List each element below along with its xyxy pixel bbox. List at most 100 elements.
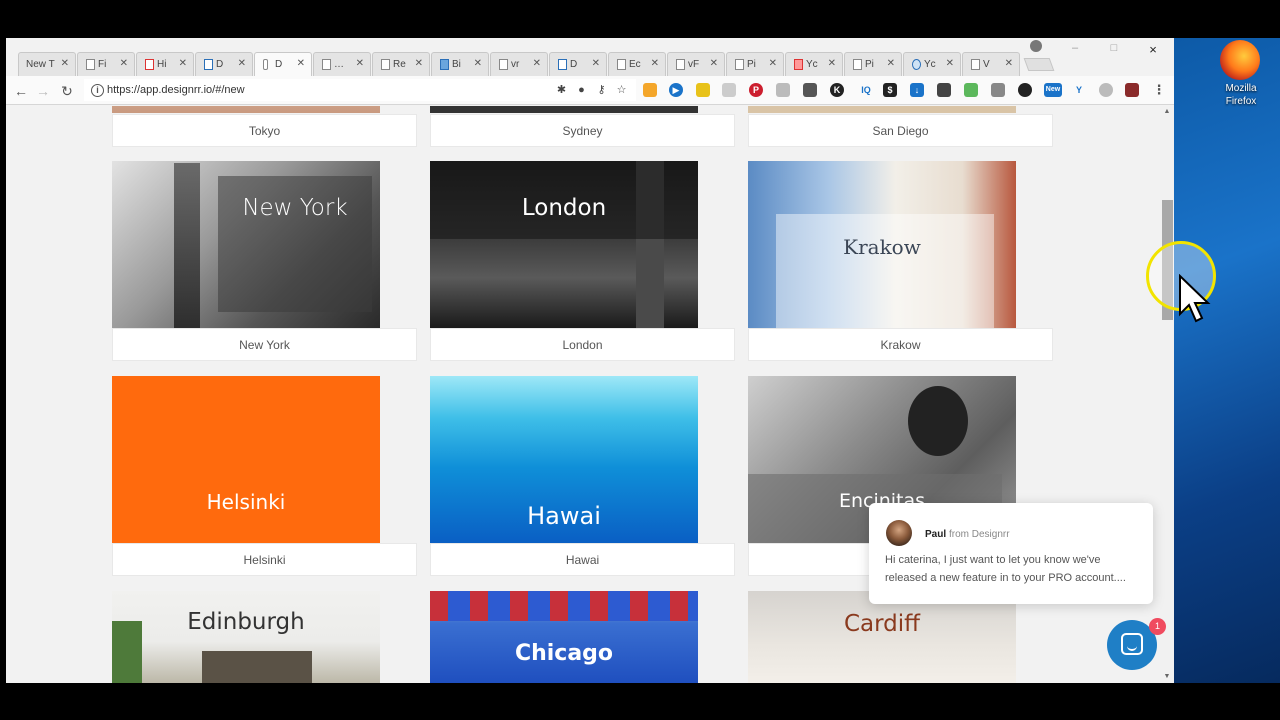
tab[interactable]: D ✕ [549, 52, 607, 76]
template-thumbnail[interactable]: New York [112, 161, 380, 328]
tab[interactable]: Hi ✕ [136, 52, 194, 76]
play-icon[interactable]: ▶ [669, 83, 683, 97]
template-thumbnail[interactable]: Edinburgh [112, 591, 380, 683]
forward-button[interactable]: → [34, 82, 52, 100]
template-caption: New York [112, 328, 417, 361]
firefox-icon[interactable] [1220, 40, 1260, 80]
extension-icon[interactable] [722, 83, 736, 97]
tab-close-icon[interactable]: ✕ [474, 58, 482, 69]
desktop-background [1174, 38, 1280, 683]
template-thumbnail[interactable]: Chicago [430, 591, 698, 683]
tab-close-icon[interactable]: ✕ [297, 58, 305, 69]
tab[interactable]: Pi ✕ [844, 52, 902, 76]
tab-close-icon[interactable]: ✕ [710, 58, 718, 69]
chat-sender-name: Paul [925, 529, 947, 540]
cloud-icon[interactable] [776, 83, 790, 97]
extension-icon[interactable]: K [830, 83, 844, 97]
template-thumbnail[interactable]: London [430, 161, 698, 328]
page-scrollbar[interactable]: ▲ ▼ [1160, 106, 1174, 683]
tab[interactable]: … ✕ [313, 52, 371, 76]
iq-icon[interactable]: IQ [857, 83, 875, 97]
extension-icon[interactable] [643, 83, 657, 97]
tab[interactable]: D ✕ [195, 52, 253, 76]
new-badge-icon[interactable]: New [1044, 83, 1062, 97]
extension-icon[interactable] [1018, 83, 1032, 97]
tab-close-icon[interactable]: ✕ [356, 58, 364, 69]
chat-sender-org: from Designrr [949, 529, 1010, 540]
tab-close-icon[interactable]: ✕ [1005, 58, 1013, 69]
close-window-button[interactable]: × [1138, 42, 1168, 57]
tab[interactable]: Yc ✕ [903, 52, 961, 76]
tab-close-icon[interactable]: ✕ [946, 58, 954, 69]
tab-close-icon[interactable]: ✕ [651, 58, 659, 69]
tab[interactable]: Ec ✕ [608, 52, 666, 76]
tab[interactable]: Bi ✕ [431, 52, 489, 76]
pinterest-icon[interactable]: P [749, 83, 763, 97]
scroll-up-arrow-icon[interactable]: ▲ [1160, 106, 1174, 118]
lock-icon[interactable]: ● [575, 84, 588, 97]
browser-window: New T ✕ Fi ✕ Hi ✕ D ✕ D ✕ … ✕ Re ✕ Bi ✕ vr ✕ D ✕ E… [6, 38, 1174, 683]
extension-icon[interactable] [1099, 83, 1113, 97]
menu-icon[interactable]: ⋮ [1152, 83, 1166, 97]
tab-close-icon[interactable]: ✕ [592, 58, 600, 69]
tab[interactable]: Fi ✕ [77, 52, 135, 76]
template-title: New York [242, 195, 348, 221]
extension-icon[interactable] [991, 83, 1005, 97]
page-icon [853, 59, 862, 70]
back-button[interactable]: ← [12, 82, 30, 100]
tab-close-icon[interactable]: ✕ [415, 58, 423, 69]
tab-close-icon[interactable]: ✕ [120, 58, 128, 69]
tab[interactable]: Yc ✕ [785, 52, 843, 76]
url-text[interactable]: https://app.designrr.io/#/new [107, 84, 245, 96]
star-icon[interactable]: ☆ [615, 84, 628, 97]
dollar-icon[interactable]: $ [883, 83, 897, 97]
template-thumbnail[interactable] [112, 106, 380, 113]
template-caption: London [430, 328, 735, 361]
tab-active[interactable]: D ✕ [254, 52, 312, 77]
maximize-button[interactable]: □ [1099, 42, 1129, 54]
tab-close-icon[interactable]: ✕ [61, 58, 69, 69]
profile-icon[interactable] [1030, 40, 1042, 52]
info-icon[interactable]: i [91, 84, 104, 97]
template-thumbnail[interactable]: Cardiff [748, 591, 1016, 683]
tab[interactable]: vr ✕ [490, 52, 548, 76]
tab-close-icon[interactable]: ✕ [887, 58, 895, 69]
extension-icon[interactable] [1125, 83, 1139, 97]
page-icon [381, 59, 390, 70]
template-thumbnail[interactable] [430, 106, 698, 113]
puzzle-icon[interactable]: ✱ [555, 84, 568, 97]
template-caption: Sydney [430, 114, 735, 147]
chat-popup[interactable]: Paul from Designrr Hi caterina, I just w… [869, 503, 1153, 604]
audio-icon[interactable] [964, 83, 978, 97]
reload-button[interactable]: ↻ [58, 82, 76, 100]
extension-icon[interactable] [803, 83, 817, 97]
tab-close-icon[interactable]: ✕ [179, 58, 187, 69]
new-tab-button[interactable] [1023, 58, 1055, 71]
silhouette-shape [908, 386, 968, 456]
key-icon[interactable]: ⚷ [595, 84, 608, 97]
extension-icon[interactable]: Y [1072, 83, 1086, 97]
template-thumbnail[interactable]: Helsinki [112, 376, 380, 543]
extension-icon[interactable] [696, 83, 710, 97]
address-bar[interactable]: i https://app.designrr.io/#/new ✱ ● ⚷ ☆ [84, 79, 636, 101]
tab[interactable]: V ✕ [962, 52, 1020, 76]
extension-icon[interactable] [937, 83, 951, 97]
template-title: Krakow [843, 235, 921, 259]
tab[interactable]: Re ✕ [372, 52, 430, 76]
tab-close-icon[interactable]: ✕ [238, 58, 246, 69]
template-thumbnail[interactable] [748, 106, 1016, 113]
tab[interactable]: New T ✕ [18, 52, 76, 76]
tab[interactable]: Pi ✕ [726, 52, 784, 76]
minimize-button[interactable]: – [1060, 42, 1090, 54]
template-thumbnail[interactable]: Hawai [430, 376, 698, 543]
tab-close-icon[interactable]: ✕ [533, 58, 541, 69]
tab-close-icon[interactable]: ✕ [769, 58, 777, 69]
template-thumbnail[interactable]: Krakow [748, 161, 1016, 328]
template-title: Chicago [514, 641, 614, 666]
download-icon[interactable]: ↓ [910, 83, 924, 97]
scroll-down-arrow-icon[interactable]: ▼ [1160, 671, 1174, 683]
tab-close-icon[interactable]: ✕ [828, 58, 836, 69]
tab[interactable]: vF ✕ [667, 52, 725, 76]
page-icon [204, 59, 213, 70]
browser-toolbar: ← → ↻ i https://app.designrr.io/#/new ✱ … [6, 76, 1174, 105]
